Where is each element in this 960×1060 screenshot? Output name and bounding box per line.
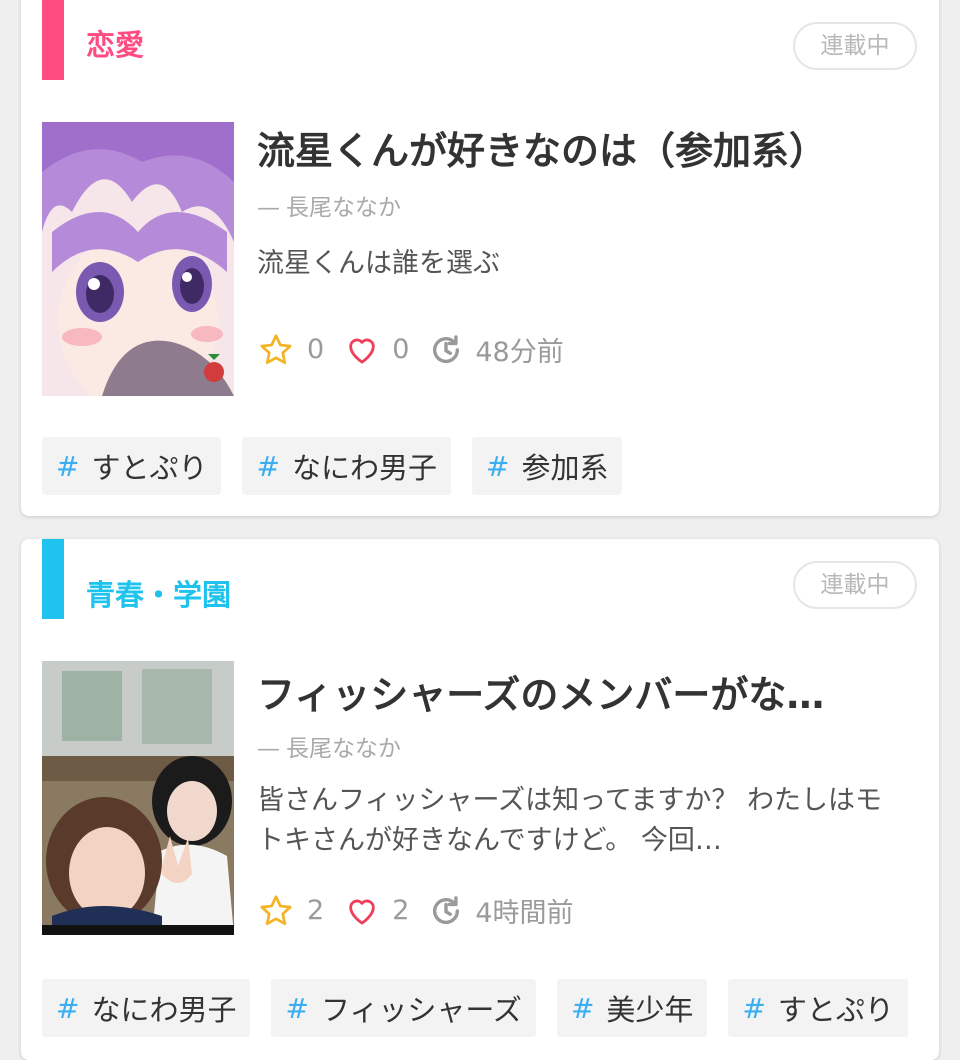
tag-label: 美少年 bbox=[606, 993, 694, 1027]
tag-label: なにわ男子 bbox=[291, 451, 437, 485]
hash-icon: # bbox=[570, 991, 595, 1025]
author-line[interactable]: — 長尾ななか bbox=[257, 729, 401, 763]
tag-list: # なにわ男子 # フィッシャーズ # 美少年 # すとぷり bbox=[42, 979, 929, 1037]
genre-label: 恋愛 bbox=[86, 28, 145, 62]
tag-label: 参加系 bbox=[521, 451, 609, 485]
tag-chip[interactable]: # なにわ男子 bbox=[242, 437, 451, 495]
star-icon bbox=[260, 894, 292, 925]
story-description: 皆さんフィッシャーズは知ってますか？ わたしはモトキさんが好きなんですけど。 今… bbox=[257, 785, 882, 856]
heart-count: 0 bbox=[392, 334, 410, 365]
tag-chip[interactable]: # すとぷり bbox=[728, 979, 908, 1037]
story-card[interactable]: 恋愛 連載中 流星くんが好きなのは（参加系） —長尾ななか 流星くんは誰を選ぶ bbox=[21, 0, 939, 516]
genre-color-bar bbox=[42, 539, 64, 619]
heart-icon bbox=[349, 338, 375, 363]
star-stat: 2 bbox=[257, 893, 324, 929]
hash-icon: # bbox=[256, 449, 280, 483]
updated-stat: 4時間前 bbox=[429, 891, 574, 930]
genre-color-bar bbox=[42, 0, 64, 80]
refresh-clock-icon bbox=[433, 895, 460, 924]
tag-label: なにわ男子 bbox=[91, 993, 237, 1027]
refresh-clock-icon bbox=[433, 334, 460, 363]
hash-icon: # bbox=[56, 449, 80, 483]
genre-label: 青春・学園 bbox=[86, 578, 232, 612]
heart-stat: 2 bbox=[344, 894, 409, 928]
anime-girl-illustration bbox=[42, 122, 234, 396]
author-line[interactable]: — 長尾ななか bbox=[257, 188, 401, 222]
story-card[interactable]: 青春・学園 連載中 フィッシャーズのメンバーがな… — 長尾ななか 皆さんフィッシ… bbox=[21, 539, 939, 1060]
star-icon bbox=[260, 333, 292, 364]
author-dash: — bbox=[257, 736, 280, 762]
tag-chip[interactable]: # すとぷり bbox=[42, 437, 222, 495]
hash-icon: # bbox=[285, 991, 309, 1025]
updated-time: 4時間前 bbox=[475, 898, 574, 929]
tag-chip[interactable]: # 美少年 bbox=[556, 979, 708, 1037]
tag-list: # すとぷり # なにわ男子 # 参加系 bbox=[42, 437, 643, 495]
tag-label: すとぷり bbox=[91, 451, 208, 485]
heart-count: 2 bbox=[392, 895, 410, 926]
tag-chip[interactable]: # なにわ男子 bbox=[42, 979, 251, 1037]
tag-chip[interactable]: # 参加系 bbox=[471, 437, 623, 495]
status-badge: 連載中 bbox=[793, 22, 917, 70]
heart-stat: 0 bbox=[344, 333, 409, 367]
hash-icon: # bbox=[742, 991, 766, 1025]
story-title[interactable]: フィッシャーズのメンバーがな… bbox=[257, 664, 897, 719]
updated-time: 48分前 bbox=[475, 337, 564, 368]
author-name: 長尾ななか bbox=[286, 736, 401, 762]
hash-icon: # bbox=[485, 449, 510, 483]
story-thumbnail[interactable] bbox=[42, 122, 234, 396]
story-stats: 0 0 48分前 bbox=[257, 330, 584, 369]
story-title[interactable]: 流星くんが好きなのは（参加系） bbox=[257, 120, 897, 175]
tag-chip[interactable]: # フィッシャーズ bbox=[271, 979, 536, 1037]
selfie-photo bbox=[42, 661, 234, 935]
star-count: 0 bbox=[307, 334, 325, 365]
story-description: 流星くんは誰を選ぶ bbox=[257, 248, 500, 279]
story-stats: 2 2 4時間前 bbox=[257, 891, 594, 930]
author-name: 長尾ななか bbox=[286, 195, 401, 221]
updated-stat: 48分前 bbox=[429, 330, 564, 369]
status-badge: 連載中 bbox=[793, 561, 917, 609]
heart-icon bbox=[349, 899, 375, 924]
tag-label: すとぷり bbox=[777, 993, 894, 1027]
star-count: 2 bbox=[307, 895, 325, 926]
hash-icon: # bbox=[56, 991, 80, 1025]
star-stat: 0 bbox=[257, 332, 324, 368]
story-thumbnail[interactable] bbox=[42, 661, 234, 935]
author-dash: — bbox=[257, 195, 280, 221]
tag-label: フィッシャーズ bbox=[320, 993, 522, 1027]
